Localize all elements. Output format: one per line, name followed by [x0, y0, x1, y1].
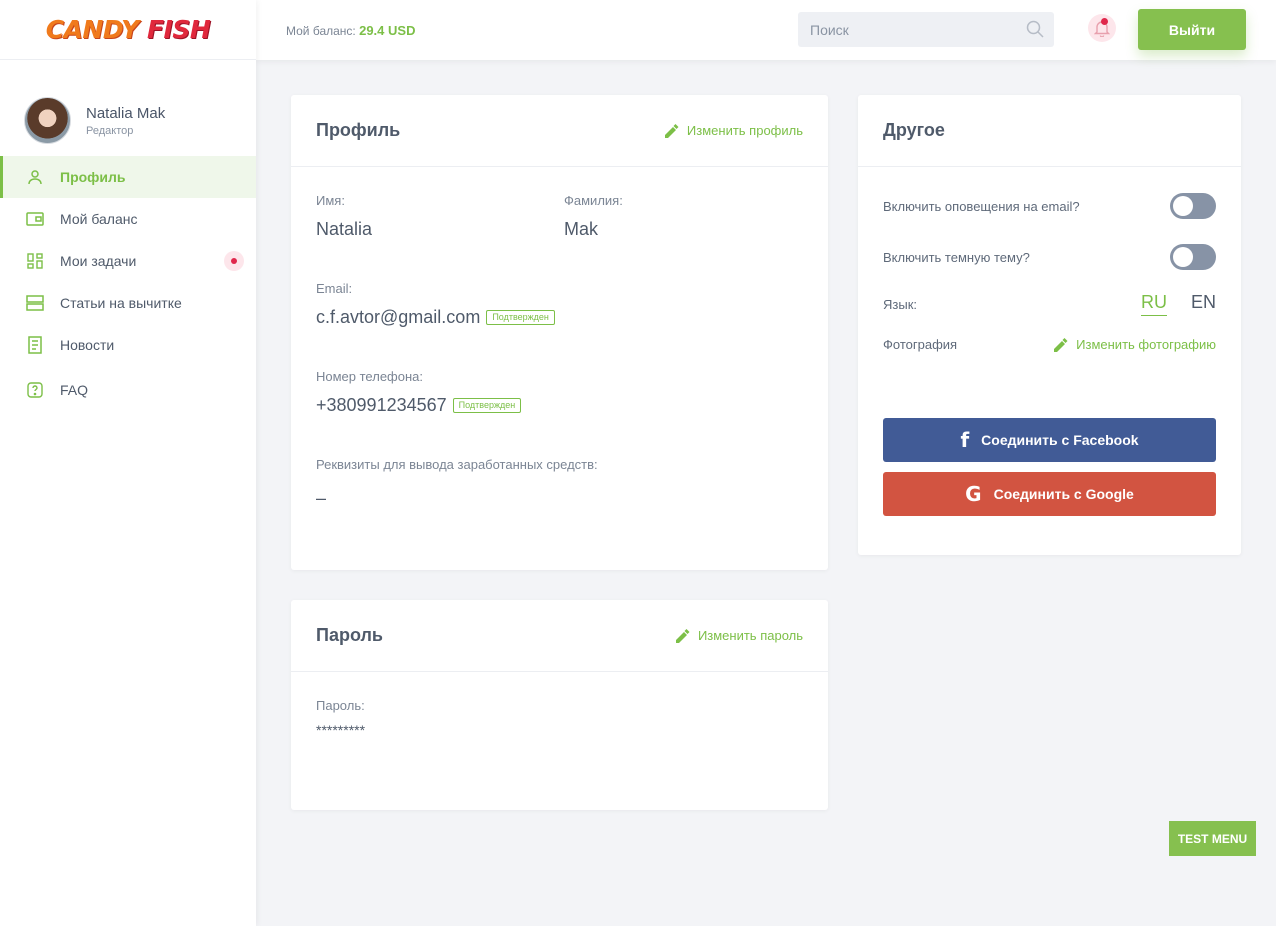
edit-password-label: Изменить пароль	[697, 628, 803, 643]
connect-facebook-button[interactable]: f Соединить с Facebook	[883, 418, 1216, 462]
last-name-field: Фамилия: Mak	[564, 193, 623, 240]
requisites-value: –	[316, 488, 327, 508]
edit-photo-link[interactable]: Изменить фотографию	[1054, 337, 1216, 352]
logo-part-candy: Candy	[45, 15, 140, 44]
sidebar-item-label: Статьи на вычитке	[60, 295, 182, 311]
balance-value: 29.4 USD	[359, 23, 416, 38]
last-name-label: Фамилия:	[564, 193, 623, 208]
sidebar: Candy Fish Natalia Mak Редактор Профиль …	[0, 0, 256, 926]
sidebar-item-label: Мой баланс	[60, 211, 138, 227]
top-header: Мой баланс: 29.4 USD Выйти	[256, 0, 1276, 60]
edit-password-link[interactable]: Изменить пароль	[675, 628, 803, 643]
user-icon	[26, 168, 44, 186]
logo-part-fish: Fish	[146, 15, 211, 44]
email-value: c.f.avtor@gmail.com	[316, 307, 481, 327]
sidebar-item-faq[interactable]: FAQ	[0, 366, 256, 414]
dark-theme-row: Включить темную тему?	[883, 244, 1216, 270]
google-icon: G	[965, 482, 982, 506]
password-title: Пароль	[316, 625, 383, 645]
email-row: c.f.avtor@gmail.com Подтвержден	[316, 307, 555, 328]
language-en[interactable]: EN	[1191, 292, 1216, 316]
sidebar-item-label: Мои задачи	[60, 253, 137, 269]
password-field: Пароль: *********	[316, 698, 365, 738]
phone-verified-badge: Подтвержден	[452, 398, 522, 413]
email-label: Email:	[316, 281, 353, 296]
first-name-field: Имя: Natalia	[316, 193, 372, 240]
user-block: Natalia Mak Редактор	[0, 60, 256, 156]
pencil-icon	[675, 628, 690, 643]
document-icon	[26, 336, 44, 354]
sidebar-item-profile[interactable]: Профиль	[0, 156, 256, 198]
last-name-value: Mak	[564, 219, 599, 239]
dark-theme-toggle[interactable]	[1170, 244, 1216, 270]
photo-row: Фотография Изменить фотографию	[883, 337, 1216, 352]
first-name-value: Natalia	[316, 219, 373, 239]
requisites-field: Реквизиты для вывода заработанных средст…	[316, 457, 598, 509]
sidebar-nav: Профиль Мой баланс Мои задачи Статьи на …	[0, 156, 256, 414]
password-value: *********	[316, 722, 366, 738]
phone-row: +380991234567 Подтвержден	[316, 395, 522, 416]
sidebar-item-articles[interactable]: Статьи на вычитке	[0, 282, 256, 324]
sidebar-item-label: FAQ	[60, 382, 89, 398]
search-icon[interactable]	[1026, 20, 1044, 38]
wallet-icon	[26, 210, 44, 228]
requisites-label: Реквизиты для вывода заработанных средст…	[316, 457, 598, 472]
balance-label: Мой баланс:	[286, 24, 356, 38]
sidebar-item-label: Новости	[60, 337, 115, 353]
sidebar-item-news[interactable]: Новости	[0, 324, 256, 366]
facebook-icon: f	[960, 428, 970, 452]
user-role: Редактор	[86, 124, 134, 137]
grid-icon	[26, 252, 44, 270]
bell-badge	[1101, 18, 1108, 25]
connect-facebook-label: Соединить с Facebook	[981, 432, 1139, 448]
edit-photo-label: Изменить фотографию	[1076, 337, 1216, 352]
logout-button[interactable]: Выйти	[1138, 9, 1246, 50]
user-info: Natalia Mak Редактор	[86, 105, 165, 137]
pencil-icon	[1054, 337, 1068, 352]
language-switch: RU EN	[1140, 292, 1216, 316]
sidebar-item-tasks[interactable]: Мои задачи	[0, 240, 256, 282]
language-ru[interactable]: RU	[1140, 292, 1167, 316]
other-card-header: Другое	[858, 95, 1241, 167]
password-card: Пароль Изменить пароль Пароль: *********	[291, 600, 828, 810]
email-notify-row: Включить оповещения на email?	[883, 193, 1216, 219]
profile-title: Профиль	[316, 120, 401, 140]
language-row: Язык: RU EN	[883, 292, 1216, 316]
phone-field: Номер телефона: +380991234567 Подтвержде…	[316, 369, 522, 416]
balance: Мой баланс: 29.4 USD	[286, 23, 415, 38]
dark-theme-label: Включить темную тему?	[883, 249, 1030, 265]
email-notify-toggle[interactable]	[1170, 193, 1216, 219]
notifications-bell[interactable]	[1088, 14, 1116, 42]
question-icon	[26, 381, 44, 399]
pencil-icon	[664, 123, 679, 138]
server-icon	[26, 294, 44, 312]
password-label: Пароль:	[316, 698, 365, 713]
email-notify-label: Включить оповещения на email?	[883, 198, 1080, 214]
first-name-label: Имя:	[316, 193, 345, 208]
language-label: Язык:	[883, 296, 917, 312]
search-input[interactable]	[798, 12, 1054, 47]
profile-card: Профиль Изменить профиль Имя: Natalia Фа…	[291, 95, 828, 570]
edit-profile-link[interactable]: Изменить профиль	[664, 123, 803, 138]
connect-google-button[interactable]: G Соединить с Google	[883, 472, 1216, 516]
connect-google-label: Соединить с Google	[993, 486, 1134, 502]
phone-value: +380991234567	[316, 395, 447, 415]
sidebar-item-balance[interactable]: Мой баланс	[0, 198, 256, 240]
email-field: Email: c.f.avtor@gmail.com Подтвержден	[316, 281, 555, 328]
phone-label: Номер телефона:	[316, 369, 423, 384]
password-card-header: Пароль Изменить пароль	[291, 600, 828, 672]
email-verified-badge: Подтвержден	[486, 310, 555, 325]
other-title: Другое	[883, 120, 945, 140]
edit-profile-label: Изменить профиль	[686, 123, 803, 138]
photo-label: Фотография	[883, 337, 958, 352]
logo-area: Candy Fish	[0, 0, 256, 60]
sidebar-item-label: Профиль	[60, 169, 126, 185]
notification-dot	[224, 251, 244, 271]
logo[interactable]: Candy Fish	[46, 15, 211, 44]
profile-card-header: Профиль Изменить профиль	[291, 95, 828, 167]
test-menu-button[interactable]: TEST MENU	[1169, 821, 1256, 856]
other-settings-card: Другое Включить оповещения на email? Вкл…	[858, 95, 1241, 555]
user-name: Natalia Mak	[86, 104, 166, 122]
avatar[interactable]	[24, 97, 71, 144]
